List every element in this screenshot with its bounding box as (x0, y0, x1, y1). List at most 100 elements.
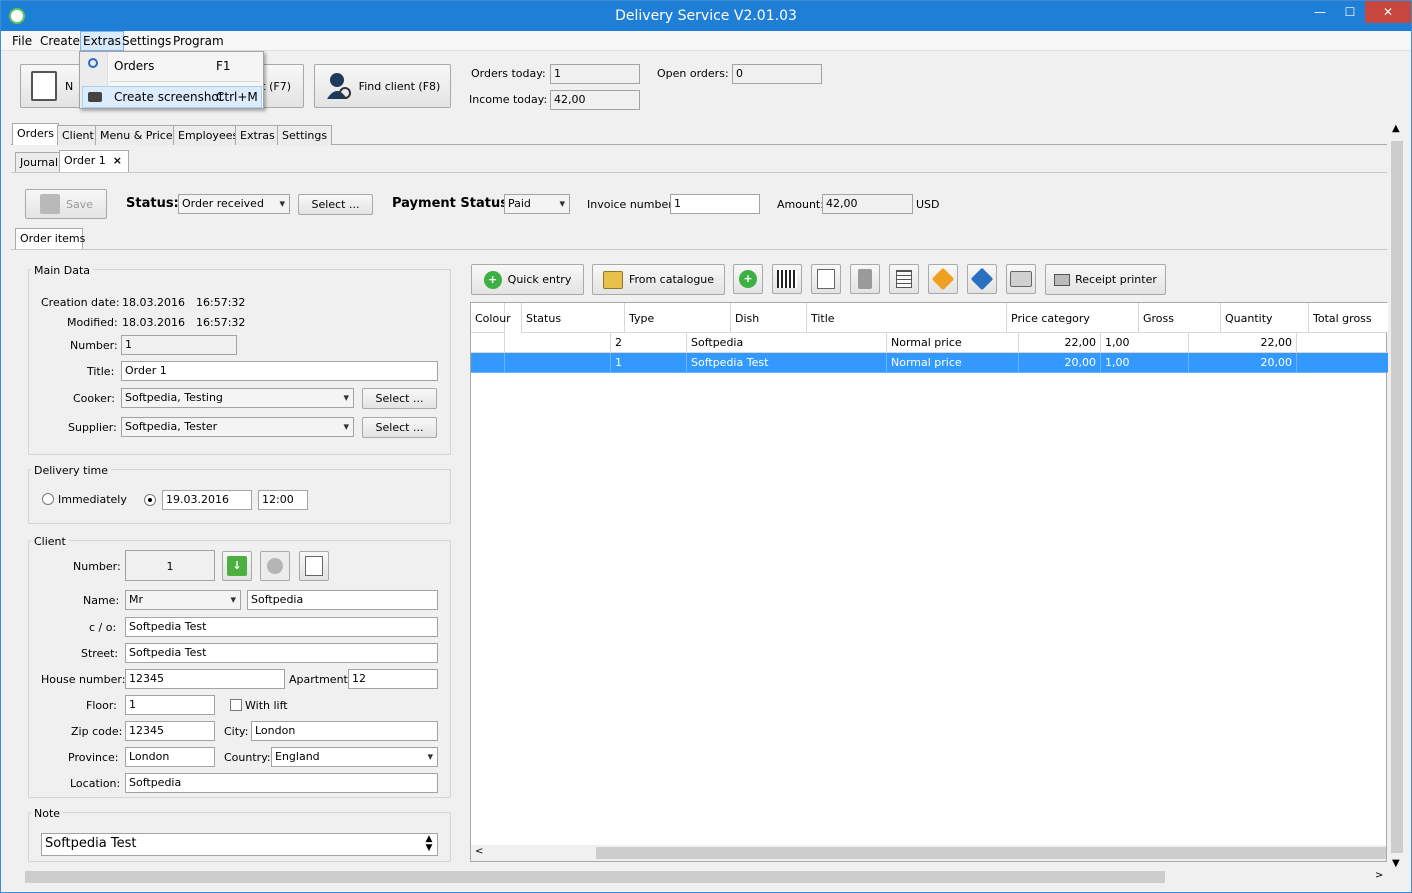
tab-order-1[interactable]: Order 1 × (59, 150, 129, 172)
add-item-button[interactable]: + (733, 264, 763, 294)
col-price-category[interactable]: Price category (1007, 303, 1139, 333)
barcode-button[interactable] (772, 264, 802, 294)
city-label: City: (224, 725, 249, 738)
immediately-label: Immediately (58, 493, 127, 506)
note-field[interactable]: Softpedia Test (41, 833, 438, 856)
menu-program[interactable]: Program (173, 34, 224, 48)
delivery-date-field[interactable]: 19.03.2016 (162, 490, 252, 510)
scroll-down-icon[interactable]: ▼ (1392, 858, 1400, 869)
cell-gross: 20,00 (1019, 353, 1101, 373)
modified-date-value: 18.03.2016 (122, 316, 185, 329)
location-label: Location: (70, 777, 121, 790)
delivery-time-title: Delivery time (31, 464, 112, 477)
tag-button[interactable] (967, 264, 997, 294)
col-status[interactable]: Status (521, 303, 625, 333)
scroll-up-icon[interactable]: ▲ (1392, 123, 1400, 134)
menu-item-orders[interactable]: Orders F1 (82, 55, 262, 77)
note-title: Note (31, 807, 64, 820)
col-total-gross[interactable]: Total gross (1309, 303, 1388, 333)
horizontal-scrollbar[interactable]: > (1, 869, 1389, 885)
note-spinner-icon[interactable]: ▲ ▼ (423, 835, 435, 853)
house-number-field[interactable]: 12345 (125, 669, 285, 689)
amount-label: Amount: (777, 198, 824, 211)
location-field[interactable]: Softpedia (125, 773, 438, 793)
tab-order-items[interactable]: Order items (15, 228, 85, 250)
menu-settings[interactable]: Settings (122, 34, 171, 48)
immediately-radio[interactable] (42, 493, 54, 505)
vertical-scrollbar[interactable]: ▲ ▼ (1389, 123, 1405, 869)
scroll-right-icon[interactable]: > (1375, 870, 1383, 881)
col-type[interactable]: Type (625, 303, 731, 333)
find-client-label: Find client (F8) (358, 79, 441, 93)
apartment-label: Apartment: (289, 673, 352, 686)
close-tab-icon[interactable]: × (113, 154, 122, 167)
status-select-button[interactable]: Select ... (298, 194, 373, 215)
table-scroll-thumb[interactable] (596, 847, 1386, 859)
menu-item-create-screenshot[interactable]: Create screenshot Ctrl+M (82, 86, 262, 108)
table-horizontal-scrollbar[interactable]: < (471, 845, 1386, 861)
col-dish[interactable]: Dish (731, 303, 807, 333)
receipt-printer-button[interactable]: Receipt printer (1045, 264, 1166, 295)
scheduled-radio[interactable] (144, 494, 156, 506)
minimize-button[interactable]: — (1305, 1, 1335, 23)
col-title[interactable]: Title (807, 303, 1007, 333)
tab-employees[interactable]: Employees (173, 125, 244, 145)
status-select[interactable]: Order received (178, 194, 290, 214)
tab-journal[interactable]: Journal (15, 152, 64, 172)
cell-dish: 1 (611, 353, 687, 373)
floor-field[interactable]: 1 (125, 695, 215, 715)
tab-extras[interactable]: Extras (235, 125, 280, 145)
cooker-select-button[interactable]: Select ... (362, 388, 437, 409)
delete-item-button[interactable] (850, 264, 880, 294)
dropdown-separator (110, 81, 260, 82)
edit-client-button[interactable] (299, 551, 329, 581)
country-select[interactable]: England (271, 747, 438, 767)
maximize-button[interactable]: ☐ (1335, 1, 1365, 23)
menu-file[interactable]: File (12, 34, 32, 48)
menu-item-orders-label: Orders (114, 59, 155, 73)
col-quantity[interactable]: Quantity (1221, 303, 1309, 333)
col-colour[interactable]: Colour (471, 303, 511, 333)
cooker-select[interactable]: Softpedia, Testing (121, 388, 354, 408)
supplier-select-button[interactable]: Select ... (362, 417, 437, 438)
quick-entry-button[interactable]: + Quick entry (471, 264, 584, 295)
salutation-select[interactable]: Mr (125, 590, 241, 610)
tab-client[interactable]: Client (57, 125, 99, 145)
calculator-button[interactable] (889, 264, 919, 294)
province-field[interactable]: London (125, 747, 215, 767)
zip-code-field[interactable]: 12345 (125, 721, 215, 741)
menu-extras[interactable]: Extras (80, 31, 124, 51)
discount-button[interactable] (928, 264, 958, 294)
add-client-button[interactable] (260, 551, 290, 581)
col-gross[interactable]: Gross (1139, 303, 1221, 333)
vertical-scroll-thumb[interactable] (1391, 141, 1403, 853)
tab-menu-prices[interactable]: Menu & Prices (95, 125, 184, 145)
load-client-button[interactable]: ↓ (222, 551, 252, 581)
with-lift-checkbox[interactable] (230, 699, 242, 711)
title-field[interactable]: Order 1 (121, 361, 438, 381)
status-label: Status: (126, 196, 179, 211)
horizontal-scroll-thumb[interactable] (25, 871, 1165, 883)
cell-colour (471, 353, 505, 373)
co-field[interactable]: Softpedia Test (125, 617, 438, 637)
client-name-field[interactable]: Softpedia (247, 590, 438, 610)
close-button[interactable]: ✕ (1365, 1, 1411, 23)
tab-orders[interactable]: Orders (12, 123, 59, 145)
app-window: Delivery Service V2.01.03 — ☐ ✕ File Cre… (0, 0, 1412, 893)
invoice-number-field[interactable]: 1 (670, 194, 760, 214)
supplier-select[interactable]: Softpedia, Tester (121, 417, 354, 437)
print-button[interactable] (1006, 264, 1036, 294)
save-button[interactable]: Save (25, 189, 107, 219)
apartment-field[interactable]: 12 (348, 669, 438, 689)
street-field[interactable]: Softpedia Test (125, 643, 438, 663)
delivery-time-field[interactable]: 12:00 (258, 490, 308, 510)
menu-create[interactable]: Create (40, 34, 80, 48)
payment-status-select[interactable]: Paid (504, 194, 570, 214)
hidden-toolbar-label: t (F7) (261, 79, 291, 93)
from-catalogue-button[interactable]: From catalogue (592, 264, 725, 295)
edit-item-button[interactable] (811, 264, 841, 294)
scroll-left-icon[interactable]: < (475, 846, 483, 857)
find-client-button[interactable]: Find client (F8) (314, 64, 451, 108)
city-field[interactable]: London (251, 721, 438, 741)
tab-settings[interactable]: Settings (277, 125, 333, 145)
